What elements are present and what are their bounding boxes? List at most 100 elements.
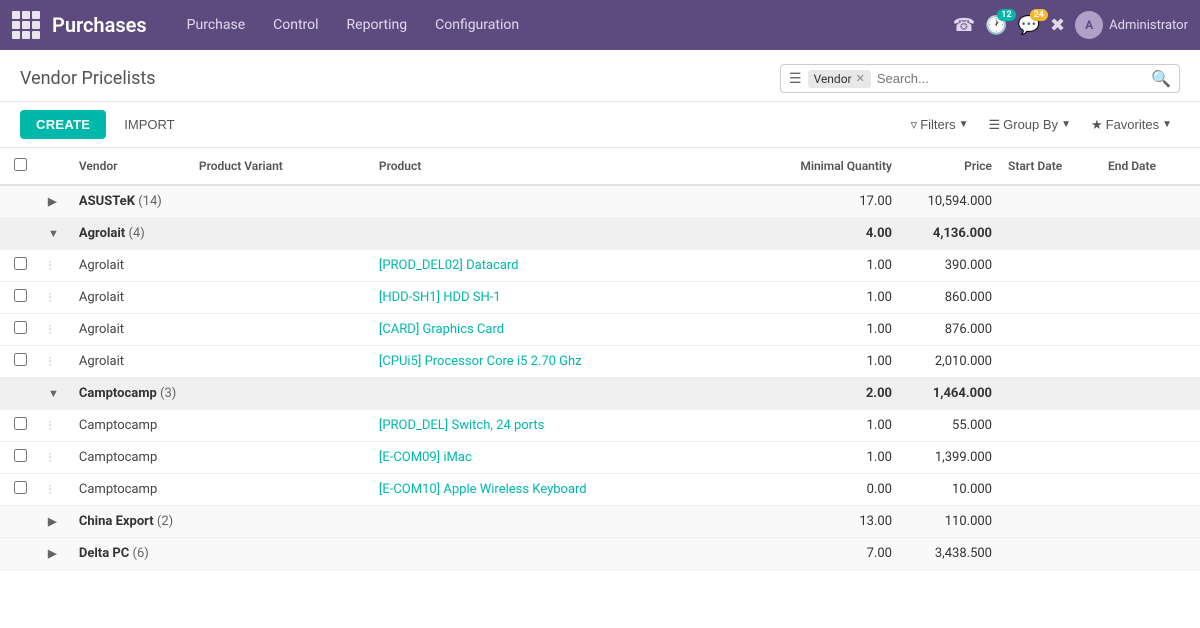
row-checkbox[interactable]	[14, 353, 27, 366]
user-menu[interactable]: A Administrator	[1075, 11, 1188, 39]
group-label: Delta PC	[79, 546, 129, 561]
row-drag-cell: ⁝	[40, 474, 71, 506]
group-name-cell: Agrolait (4)	[71, 218, 750, 250]
group-row[interactable]: ▼ Camptocamp (3) 2.00 1,464.000	[0, 378, 1200, 410]
row-price: 10.000	[900, 474, 1000, 506]
row-end-date	[1100, 410, 1200, 442]
import-button[interactable]: IMPORT	[114, 110, 184, 139]
table-row[interactable]: ⁝ Agrolait [PROD_DEL02] Datacard 1.00 39…	[0, 250, 1200, 282]
group-by-button[interactable]: ☰ Group By ▼	[980, 112, 1078, 138]
row-checkbox[interactable]	[14, 481, 27, 494]
group-toggle-icon[interactable]: ▼	[48, 387, 59, 400]
nav-configuration[interactable]: Configuration	[423, 11, 531, 39]
row-product-variant	[191, 346, 371, 378]
group-start	[1000, 218, 1100, 250]
nav-reporting[interactable]: Reporting	[335, 11, 420, 39]
group-row[interactable]: ▼ Agrolait (4) 4.00 4,136.000	[0, 218, 1200, 250]
drag-handle-icon[interactable]: ⁝	[48, 354, 52, 370]
drag-handle-icon[interactable]: ⁝	[48, 482, 52, 498]
create-button[interactable]: CREATE	[20, 110, 106, 139]
remove-vendor-filter[interactable]: ✕	[856, 72, 865, 85]
row-product[interactable]: [CPUi5] Processor Core i5 2.70 Ghz	[371, 346, 750, 378]
search-bar: ☰ Vendor ✕ 🔍	[780, 64, 1180, 93]
page: Vendor Pricelists ☰ Vendor ✕ 🔍 CREATE IM…	[0, 50, 1200, 628]
avatar: A	[1075, 11, 1103, 39]
group-count: (14)	[138, 194, 162, 209]
nav-control[interactable]: Control	[261, 11, 330, 39]
group-checkbox-cell	[0, 185, 40, 218]
row-product-variant	[191, 250, 371, 282]
group-start	[1000, 185, 1100, 218]
select-all-checkbox[interactable]	[14, 158, 27, 171]
group-row[interactable]: ▶ Delta PC (6) 7.00 3,438.500	[0, 538, 1200, 570]
row-product[interactable]: [CARD] Graphics Card	[371, 314, 750, 346]
brand-name[interactable]: Purchases	[52, 13, 147, 37]
row-min-qty: 0.00	[750, 474, 900, 506]
wrench-icon-btn[interactable]: ✖	[1050, 15, 1065, 36]
row-checkbox[interactable]	[14, 289, 27, 302]
row-end-date	[1100, 314, 1200, 346]
group-by-arrow: ▼	[1061, 119, 1071, 130]
nav-purchase[interactable]: Purchase	[175, 11, 257, 39]
table-row[interactable]: ⁝ Camptocamp [E-COM09] iMac 1.00 1,399.0…	[0, 442, 1200, 474]
group-min-qty: 13.00	[750, 506, 900, 538]
filters-label: Filters	[920, 117, 955, 132]
row-vendor: Agrolait	[71, 346, 191, 378]
table-row[interactable]: ⁝ Agrolait [HDD-SH1] HDD SH-1 1.00 860.0…	[0, 282, 1200, 314]
group-row[interactable]: ▶ China Export (2) 13.00 110.000	[0, 506, 1200, 538]
group-checkbox-cell	[0, 538, 40, 570]
col-product-header: Product	[371, 148, 750, 185]
drag-handle-icon[interactable]: ⁝	[48, 450, 52, 466]
group-end	[1100, 506, 1200, 538]
row-checkbox[interactable]	[14, 257, 27, 270]
group-toggle-icon[interactable]: ▶	[48, 195, 56, 208]
row-product[interactable]: [E-COM10] Apple Wireless Keyboard	[371, 474, 750, 506]
row-min-qty: 1.00	[750, 346, 900, 378]
group-toggle-icon[interactable]: ▶	[48, 547, 56, 560]
row-product[interactable]: [HDD-SH1] HDD SH-1	[371, 282, 750, 314]
chat-icon-btn[interactable]: 💬 24	[1018, 15, 1040, 36]
row-price: 876.000	[900, 314, 1000, 346]
group-toggle-cell: ▶	[40, 538, 71, 570]
drag-handle-icon[interactable]: ⁝	[48, 258, 52, 274]
row-checkbox[interactable]	[14, 417, 27, 430]
row-product[interactable]: [PROD_DEL02] Datacard	[371, 250, 750, 282]
search-vendor-tag[interactable]: Vendor ✕	[808, 70, 871, 88]
group-price: 1,464.000	[900, 378, 1000, 410]
row-checkbox-cell	[0, 410, 40, 442]
row-checkbox[interactable]	[14, 449, 27, 462]
filters-button[interactable]: ▿ Filters ▼	[903, 112, 977, 138]
phone-icon-btn[interactable]: ☎	[953, 15, 975, 36]
row-product[interactable]: [E-COM09] iMac	[371, 442, 750, 474]
row-checkbox[interactable]	[14, 321, 27, 334]
col-start-header: Start Date	[1000, 148, 1100, 185]
table-row[interactable]: ⁝ Agrolait [CARD] Graphics Card 1.00 876…	[0, 314, 1200, 346]
col-vendor-header: Vendor	[71, 148, 191, 185]
page-title: Vendor Pricelists	[20, 68, 156, 89]
clock-icon-btn[interactable]: 🕐 12	[985, 15, 1007, 36]
table-row[interactable]: ⁝ Camptocamp [E-COM10] Apple Wireless Ke…	[0, 474, 1200, 506]
favorites-button[interactable]: ★ Favorites ▼	[1083, 112, 1180, 138]
row-price: 390.000	[900, 250, 1000, 282]
search-icon[interactable]: 🔍	[1151, 69, 1171, 88]
group-checkbox-cell	[0, 506, 40, 538]
group-toggle-icon[interactable]: ▼	[48, 227, 59, 240]
group-label: China Export	[79, 514, 154, 529]
drag-handle-icon[interactable]: ⁝	[48, 322, 52, 338]
row-checkbox-cell	[0, 250, 40, 282]
app-menu-icon[interactable]	[12, 11, 40, 39]
search-input[interactable]	[877, 71, 1145, 86]
row-start-date	[1000, 410, 1100, 442]
group-count: (4)	[128, 226, 144, 241]
row-checkbox-cell	[0, 282, 40, 314]
drag-handle-icon[interactable]: ⁝	[48, 290, 52, 306]
row-vendor: Camptocamp	[71, 474, 191, 506]
group-checkbox-cell	[0, 378, 40, 410]
group-row[interactable]: ▶ ASUSTeK (14) 17.00 10,594.000	[0, 185, 1200, 218]
group-toggle-icon[interactable]: ▶	[48, 515, 56, 528]
table-row[interactable]: ⁝ Camptocamp [PROD_DEL] Switch, 24 ports…	[0, 410, 1200, 442]
row-product[interactable]: [PROD_DEL] Switch, 24 ports	[371, 410, 750, 442]
table-row[interactable]: ⁝ Agrolait [CPUi5] Processor Core i5 2.7…	[0, 346, 1200, 378]
row-price: 1,399.000	[900, 442, 1000, 474]
drag-handle-icon[interactable]: ⁝	[48, 418, 52, 434]
